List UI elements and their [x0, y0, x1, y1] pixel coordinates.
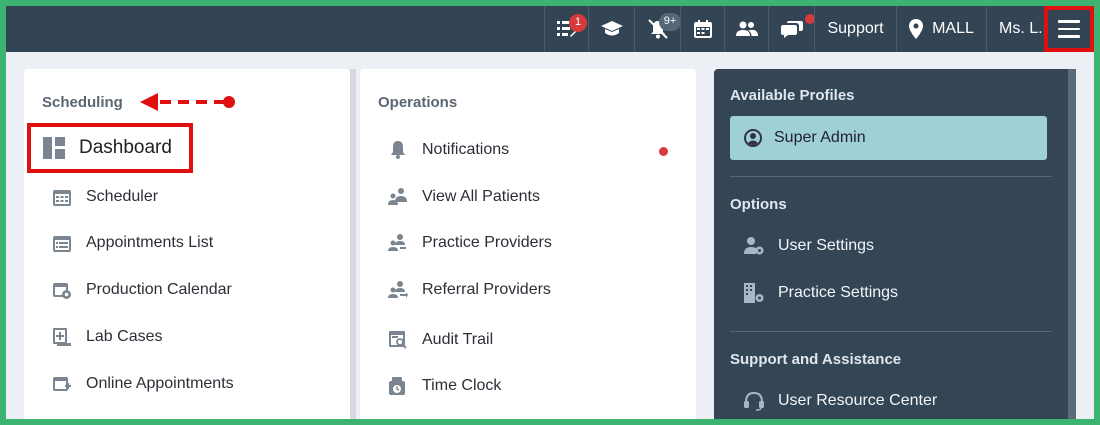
time-clock-label: Time Clock	[422, 377, 502, 394]
appointments-list-menu-item[interactable]: Appointments List	[52, 228, 213, 258]
providers-icon	[388, 234, 406, 251]
audit-icon	[389, 331, 407, 349]
user-label: Ms. L.	[999, 20, 1043, 37]
location-selector[interactable]: MALL	[896, 6, 986, 52]
referral-providers-menu-item[interactable]: Referral Providers	[388, 275, 551, 305]
user-resource-center-label: User Resource Center	[778, 392, 938, 409]
messages-button[interactable]	[768, 6, 815, 52]
calendar-icon	[693, 20, 712, 38]
user-circle-icon	[744, 129, 762, 147]
audit-trail-menu-item[interactable]: Audit Trail	[388, 325, 493, 355]
user-resource-center-menu-item[interactable]: User Resource Center	[744, 386, 937, 416]
super-admin-label: Super Admin	[774, 129, 866, 146]
clock-icon	[389, 377, 405, 395]
online-appointments-menu-item[interactable]: Online Appointments	[52, 369, 234, 399]
panel-divider	[350, 69, 356, 419]
lab-cases-label: Lab Cases	[86, 328, 163, 345]
referral-icon	[388, 281, 408, 298]
tasks-button[interactable]: 1	[544, 6, 588, 52]
super-admin-profile-button[interactable]: Super Admin	[730, 116, 1047, 160]
notifications-menu-item[interactable]: Notifications	[388, 135, 509, 165]
user-settings-menu-item[interactable]: User Settings	[744, 231, 874, 261]
alerts-button[interactable]: 9+	[634, 6, 681, 52]
operations-title: Operations	[378, 94, 458, 111]
dashboard-menu-item[interactable]: Dashboard	[27, 123, 193, 173]
profile-panel-scrollbar[interactable]	[1068, 69, 1076, 419]
user-menu[interactable]: Ms. L.	[986, 6, 1044, 52]
lab-cases-menu-item[interactable]: Lab Cases	[52, 322, 163, 352]
support-assistance-title: Support and Assistance	[730, 351, 902, 368]
calendar-list-icon	[53, 236, 71, 252]
production-calendar-menu-item[interactable]: Production Calendar	[52, 275, 232, 305]
annotation-arrow	[140, 93, 235, 111]
building-gear-icon	[744, 283, 764, 303]
headset-icon	[744, 391, 764, 411]
graduation-cap-icon	[600, 21, 623, 36]
view-all-patients-label: View All Patients	[422, 188, 540, 205]
user-settings-label: User Settings	[778, 237, 875, 254]
separator	[730, 331, 1052, 332]
notifications-badge: 9+	[659, 13, 681, 31]
users-button[interactable]	[724, 6, 768, 52]
scheduler-label: Scheduler	[86, 188, 159, 205]
appointments-list-label: Appointments List	[86, 234, 214, 251]
app-window: 1 9+ Support MALL Ms. L. Scheduling Dash…	[6, 6, 1094, 419]
calendar-button[interactable]	[680, 6, 724, 52]
practice-settings-menu-item[interactable]: Practice Settings	[744, 278, 898, 308]
available-profiles-title: Available Profiles	[730, 87, 855, 104]
scheduler-menu-item[interactable]: Scheduler	[52, 182, 158, 212]
location-label: MALL	[932, 20, 974, 37]
calendar-gear-icon	[53, 283, 71, 299]
patients-icon	[388, 188, 407, 205]
dashboard-label: Dashboard	[79, 137, 172, 158]
time-clock-menu-item[interactable]: Time Clock	[388, 371, 501, 401]
dashboard-icon	[43, 137, 65, 159]
referral-providers-label: Referral Providers	[422, 281, 551, 298]
map-pin-icon	[909, 19, 924, 39]
view-all-patients-menu-item[interactable]: View All Patients	[388, 182, 540, 212]
top-bar: 1 9+ Support MALL Ms. L.	[6, 6, 1094, 52]
practice-providers-label: Practice Providers	[422, 234, 552, 251]
practice-settings-label: Practice Settings	[778, 284, 899, 301]
support-label: Support	[827, 20, 884, 37]
notifications-dot	[659, 147, 668, 156]
bell-icon	[391, 141, 405, 159]
support-link[interactable]: Support	[814, 6, 896, 52]
lab-case-icon	[53, 328, 71, 346]
scheduling-title: Scheduling	[42, 94, 123, 111]
practice-providers-menu-item[interactable]: Practice Providers	[388, 228, 552, 258]
separator	[730, 176, 1052, 177]
hamburger-menu-button[interactable]	[1044, 6, 1094, 52]
online-appointments-label: Online Appointments	[86, 375, 234, 392]
audit-trail-label: Audit Trail	[422, 331, 494, 348]
calendar-plus-icon	[53, 377, 71, 391]
notifications-label: Notifications	[422, 141, 510, 158]
users-icon	[735, 21, 758, 36]
tasks-badge: 1	[569, 14, 587, 32]
user-gear-icon	[744, 237, 764, 255]
options-title: Options	[730, 196, 787, 213]
chat-icon	[780, 21, 803, 38]
calendar-icon	[53, 190, 71, 206]
education-button[interactable]	[588, 6, 634, 52]
hamburger-icon	[1058, 20, 1080, 23]
production-calendar-label: Production Calendar	[86, 281, 232, 298]
